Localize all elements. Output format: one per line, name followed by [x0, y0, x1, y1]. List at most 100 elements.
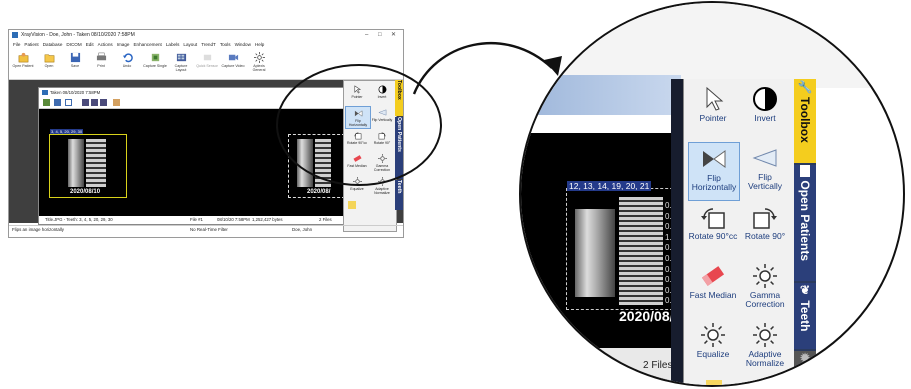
menu-tools[interactable]: Tools: [220, 42, 231, 47]
status-size: 1,252,427 bytes: [252, 217, 283, 222]
rotate-cw-icon: [753, 208, 777, 229]
zoom-xray-film: [575, 209, 615, 297]
menu-trendt[interactable]: TrendT: [201, 42, 216, 47]
menu-database[interactable]: Database: [43, 42, 63, 47]
tab-more[interactable]: ✹: [794, 351, 816, 385]
zoom-files-count: 2 Files: [643, 360, 673, 371]
status-taken: 08/10/20 7:58PM: [217, 217, 250, 222]
magnified-view: 12, 13, 14, 19, 20, 21 0.00.80.01.30.80.…: [519, 1, 905, 387]
image-window-icon: [42, 90, 48, 96]
status-patient: Doe, John: [292, 227, 313, 232]
status-file: Title.JPG - Teeth: 3, 4, 5, 20, 29, 30: [45, 217, 113, 222]
minimize-button[interactable]: –: [365, 30, 368, 40]
gamma-correction-tool[interactable]: Gamma Correction: [740, 260, 790, 317]
flip-vertical-icon: [752, 149, 777, 167]
capture-video-button[interactable]: Capture Video: [221, 50, 245, 68]
menu-image[interactable]: Image: [117, 42, 130, 47]
tab-toolbox[interactable]: 🔧 Toolbox: [794, 79, 816, 163]
menu-dicom[interactable]: DICOM: [66, 42, 81, 47]
status-hint: Flips an image horizontally: [12, 227, 64, 232]
xray-image-left[interactable]: 3, 4, 5, 20, 29, 30 2020/08/10: [49, 129, 127, 198]
tooth-icon: ❦: [798, 283, 812, 297]
status-files: 2 Files: [319, 217, 332, 222]
save-button[interactable]: Save: [63, 50, 87, 68]
menu-layout[interactable]: Layout: [183, 42, 197, 47]
menu-edit[interactable]: Edit: [86, 42, 94, 47]
view-icon[interactable]: [43, 99, 50, 106]
menu-bar: File Patient Database DICOM Edit Actions Image…: [9, 40, 403, 49]
layout-alt-icon[interactable]: [91, 99, 98, 106]
menu-file[interactable]: File: [13, 42, 20, 47]
status-filter: No Real-Time Filter: [190, 227, 228, 232]
title-bar: XrayVision - Doe, John - Taken 08/10/202…: [9, 30, 403, 40]
capture-layout-icon: [176, 53, 186, 62]
pointer-tool[interactable]: Pointer: [688, 83, 738, 140]
wrench-icon: 🔧: [798, 79, 812, 94]
hand-icon[interactable]: [113, 99, 120, 106]
xray-date: 2020/08/: [307, 189, 331, 195]
adaptive-normalize-tool[interactable]: Adaptive Normalize: [740, 319, 790, 376]
delete-icon[interactable]: [65, 99, 72, 106]
menu-help[interactable]: Help: [255, 42, 264, 47]
tab-open-patients[interactable]: Open Patients: [794, 165, 816, 281]
save-icon: [70, 52, 80, 63]
status-bar: Flips an image horizontally No Real-Time…: [9, 225, 403, 234]
menu-window[interactable]: Window: [235, 42, 251, 47]
chart-icon[interactable]: [54, 99, 61, 106]
quick-sensor-button[interactable]: Quick Sensor: [195, 50, 219, 68]
teeth-tag: 3, 4, 5, 20, 29, 30: [50, 129, 84, 134]
status-file-number: File #1: [190, 217, 203, 222]
flip-vertical-tool[interactable]: Flip Vertically: [740, 142, 790, 199]
tab-teeth-small[interactable]: Teeth: [395, 180, 403, 210]
menu-labels[interactable]: Labels: [166, 42, 180, 47]
side-tabs: 🔧 Toolbox Open Patients ❦ Teeth ✹: [794, 79, 816, 385]
more-tool-icon-2[interactable]: [758, 380, 774, 385]
more-tool-icon[interactable]: [348, 201, 356, 209]
menu-patient[interactable]: Patient: [24, 42, 38, 47]
gear-icon: ✹: [798, 351, 812, 365]
close-button[interactable]: ✕: [391, 30, 396, 40]
layout-grid-icon[interactable]: [100, 99, 107, 106]
undo-button[interactable]: Undo: [115, 50, 139, 68]
invert-icon: [753, 87, 777, 111]
zoom-image-toolbar: [521, 115, 681, 133]
xray-date: 2020/08/10: [70, 189, 101, 195]
patient-card-icon: [800, 165, 810, 177]
open-patient-icon: [18, 52, 28, 63]
zoom-status-strip: 2 Files: [521, 348, 681, 385]
app-icon: [12, 32, 18, 38]
tab-teeth[interactable]: ❦ Teeth: [794, 283, 816, 349]
flip-horizontal-tool[interactable]: Flip Horizontally: [688, 142, 740, 201]
zoom-teeth-tag: 12, 13, 14, 19, 20, 21: [567, 181, 652, 191]
aplexis-general-button[interactable]: Aplexis General: [247, 50, 271, 72]
more-tool-icon[interactable]: [706, 380, 722, 385]
rotate-ccw-tool[interactable]: Rotate 90°cc: [688, 201, 738, 258]
print-button[interactable]: Print: [89, 50, 113, 68]
menu-actions[interactable]: Actions: [98, 42, 113, 47]
layout-icon[interactable]: [82, 99, 89, 106]
eraser-icon: [701, 266, 725, 286]
sun-icon: [753, 323, 777, 347]
equalize-tool[interactable]: Equalize: [688, 319, 738, 376]
zoom-title-bar: [521, 75, 681, 119]
sun-icon: [753, 264, 777, 288]
rotate-cw-tool[interactable]: Rotate 90°: [740, 201, 790, 258]
menu-enhancement[interactable]: Enhancement: [133, 42, 161, 47]
xray-film: [68, 139, 84, 187]
quick-sensor-icon: [203, 54, 211, 61]
zoom-xray-scale: [619, 197, 663, 305]
capture-single-button[interactable]: Capture Single: [143, 50, 167, 68]
image-status-bar: Title.JPG - Teeth: 3, 4, 5, 20, 29, 30 F…: [39, 216, 343, 224]
maximize-button[interactable]: □: [378, 30, 382, 40]
aplexis-general-icon: [253, 52, 265, 63]
capture-layout-button[interactable]: Capture Layout: [169, 50, 193, 72]
pointer-icon: [706, 86, 724, 111]
flip-horizontal-icon: [703, 150, 726, 168]
zoom-xray-image[interactable]: 12, 13, 14, 19, 20, 21 0.00.80.01.30.80.…: [566, 181, 688, 310]
invert-tool[interactable]: Invert: [740, 83, 790, 140]
open-patient-button[interactable]: Open Patient: [11, 50, 35, 68]
open-folder-icon: [44, 54, 54, 63]
fast-median-tool[interactable]: Fast Median: [688, 260, 738, 317]
open-button[interactable]: Open: [37, 50, 61, 68]
rotate-ccw-icon: [701, 208, 725, 229]
